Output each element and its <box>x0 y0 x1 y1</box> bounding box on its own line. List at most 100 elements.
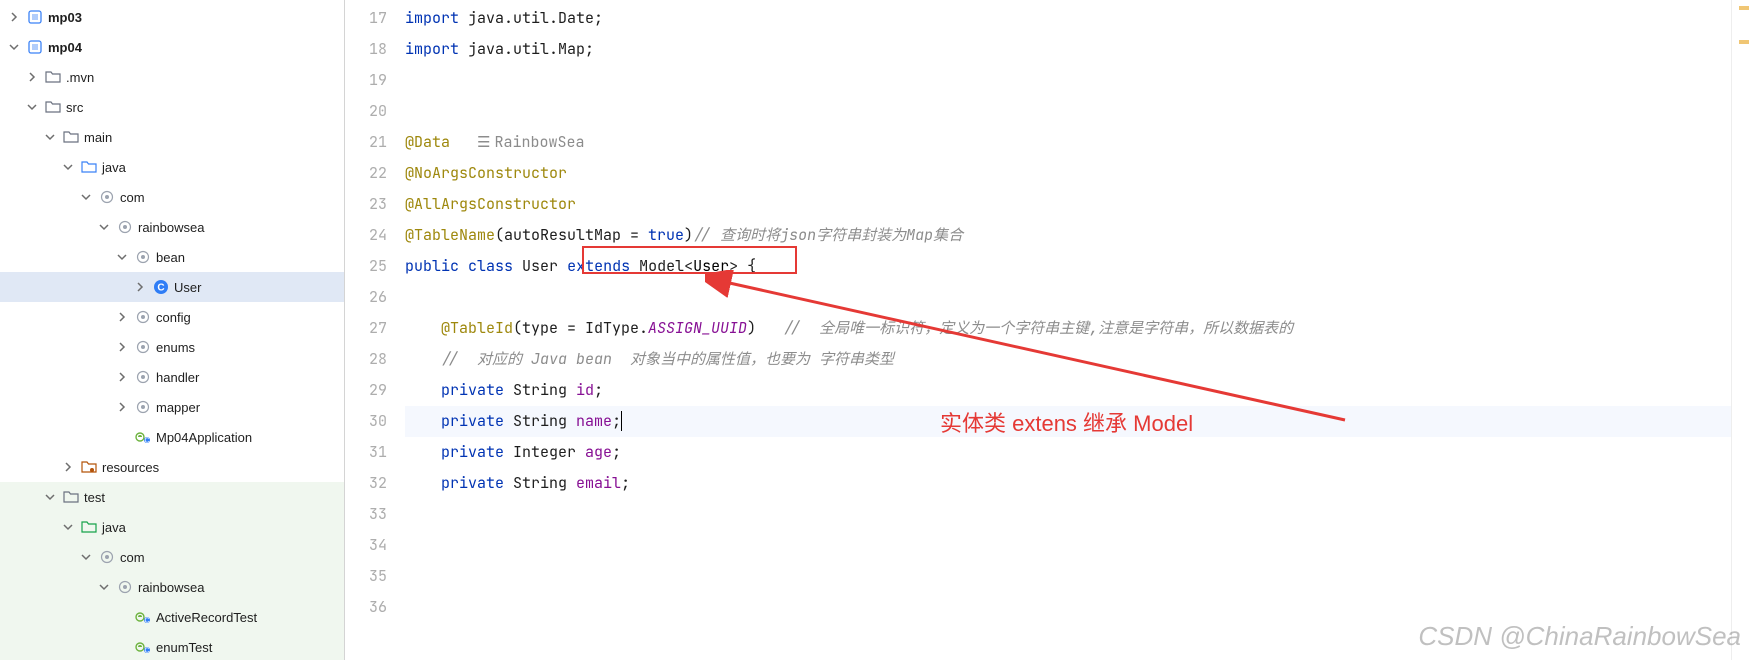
line-number: 24 <box>345 220 387 251</box>
svg-text:C: C <box>157 283 164 294</box>
chevron-right-icon[interactable] <box>6 9 22 25</box>
code-line[interactable]: @NoArgsConstructor <box>405 158 1731 189</box>
chevron-down-icon[interactable] <box>60 159 76 175</box>
tree-label: Mp04Application <box>156 430 252 445</box>
folder-icon <box>62 128 80 146</box>
tree-label: enums <box>156 340 195 355</box>
line-number: 22 <box>345 158 387 189</box>
chevron-down-icon[interactable] <box>6 39 22 55</box>
tree-label: rainbowsea <box>138 220 205 235</box>
code-line[interactable]: public class User extends Model<User> { <box>405 251 1731 282</box>
chevron-down-icon[interactable] <box>96 219 112 235</box>
code-line[interactable]: @TableName(autoResultMap = true)// 查询时将j… <box>405 220 1731 251</box>
code-editor[interactable]: 1718192021222324252627282930313233343536… <box>345 0 1751 660</box>
chevron-right-icon[interactable] <box>114 369 130 385</box>
tree-item-java[interactable]: java <box>0 152 344 182</box>
code-line[interactable]: @AllArgsConstructor <box>405 189 1731 220</box>
tree-label: com <box>120 190 145 205</box>
svg-text:C: C <box>144 618 149 625</box>
warning-marker <box>1739 40 1749 44</box>
code-line[interactable]: private Integer age; <box>405 437 1731 468</box>
tree-label: java <box>102 160 126 175</box>
tree-item-resources[interactable]: resources <box>0 452 344 482</box>
class-icon: C <box>152 278 170 296</box>
code-line[interactable]: private String email; <box>405 468 1731 499</box>
tree-item-test[interactable]: test <box>0 482 344 512</box>
code-line[interactable]: @Data ☰RainbowSea <box>405 127 1731 158</box>
tree-label: java <box>102 520 126 535</box>
code-line[interactable] <box>405 561 1731 592</box>
chevron-down-icon[interactable] <box>78 189 94 205</box>
code-line[interactable] <box>405 530 1731 561</box>
chevron-right-icon[interactable] <box>60 459 76 475</box>
line-number: 35 <box>345 561 387 592</box>
tree-label: mp03 <box>48 10 82 25</box>
tree-label: ActiveRecordTest <box>156 610 257 625</box>
tree-item-main[interactable]: main <box>0 122 344 152</box>
chevron-right-icon[interactable] <box>132 279 148 295</box>
code-line[interactable] <box>405 499 1731 530</box>
spring-icon: C <box>134 428 152 446</box>
chevron-right-icon[interactable] <box>24 69 40 85</box>
chevron-down-icon[interactable] <box>42 489 58 505</box>
code-line[interactable]: import java.util.Date; <box>405 3 1731 34</box>
tree-item-rainbowsea[interactable]: rainbowsea <box>0 212 344 242</box>
tree-item-mp03[interactable]: mp03 <box>0 2 344 32</box>
tree-label: enumTest <box>156 640 212 655</box>
chevron-right-icon[interactable] <box>114 309 130 325</box>
tree-item-rainbowsea[interactable]: rainbowsea <box>0 572 344 602</box>
line-number: 28 <box>345 344 387 375</box>
code-line[interactable]: import java.util.Map; <box>405 34 1731 65</box>
line-number: 20 <box>345 96 387 127</box>
line-number: 31 <box>345 437 387 468</box>
folder-icon <box>44 68 62 86</box>
tree-item-mp04[interactable]: mp04 <box>0 32 344 62</box>
tree-item-config[interactable]: config <box>0 302 344 332</box>
code-line[interactable]: private String name; <box>405 406 1731 437</box>
code-line[interactable]: @TableId(type = IdType.ASSIGN_UUID) // 全… <box>405 313 1731 344</box>
code-line[interactable] <box>405 96 1731 127</box>
code-line[interactable]: // 对应的 Java bean 对象当中的属性值，也要为 字符串类型 <box>405 344 1731 375</box>
module-icon <box>26 8 44 26</box>
tree-item-enums[interactable]: enums <box>0 332 344 362</box>
tree-item-mapper[interactable]: mapper <box>0 392 344 422</box>
chevron-right-icon[interactable] <box>114 339 130 355</box>
tree-item-enumtest[interactable]: CenumTest <box>0 632 344 660</box>
tree-label: rainbowsea <box>138 580 205 595</box>
chevron-down-icon[interactable] <box>114 249 130 265</box>
tree-item-activerecordtest[interactable]: C ActiveRecordTest <box>0 602 344 632</box>
tree-item-handler[interactable]: handler <box>0 362 344 392</box>
code-line[interactable] <box>405 592 1731 623</box>
folder-icon <box>62 488 80 506</box>
tree-label: handler <box>156 370 199 385</box>
project-tree[interactable]: mp03 mp04.mvn srcmain java com rainbowsea bean… <box>0 0 345 660</box>
code-area[interactable]: 实体类 extens 继承 Model import java.util.Dat… <box>405 0 1731 660</box>
code-line[interactable] <box>405 65 1731 96</box>
line-number: 18 <box>345 34 387 65</box>
code-line[interactable]: private String id; <box>405 375 1731 406</box>
chevron-down-icon[interactable] <box>78 549 94 565</box>
tree-item-com[interactable]: com <box>0 542 344 572</box>
chevron-down-icon[interactable] <box>24 99 40 115</box>
chevron-right-icon[interactable] <box>114 399 130 415</box>
tree-item-user[interactable]: CUser <box>0 272 344 302</box>
tree-item-src[interactable]: src <box>0 92 344 122</box>
tree-item-mp04application[interactable]: C Mp04Application <box>0 422 344 452</box>
tree-label: config <box>156 310 191 325</box>
line-number: 32 <box>345 468 387 499</box>
code-line[interactable] <box>405 282 1731 313</box>
tree-item-bean[interactable]: bean <box>0 242 344 272</box>
package-icon <box>134 398 152 416</box>
tree-item-com[interactable]: com <box>0 182 344 212</box>
chevron-down-icon[interactable] <box>60 519 76 535</box>
tree-item-java[interactable]: java <box>0 512 344 542</box>
line-number: 19 <box>345 65 387 96</box>
chevron-down-icon[interactable] <box>96 579 112 595</box>
tree-item-.mvn[interactable]: .mvn <box>0 62 344 92</box>
tree-label: src <box>66 100 83 115</box>
tree-label: main <box>84 130 112 145</box>
package-icon <box>134 368 152 386</box>
line-number: 34 <box>345 530 387 561</box>
tree-label: com <box>120 550 145 565</box>
chevron-down-icon[interactable] <box>42 129 58 145</box>
